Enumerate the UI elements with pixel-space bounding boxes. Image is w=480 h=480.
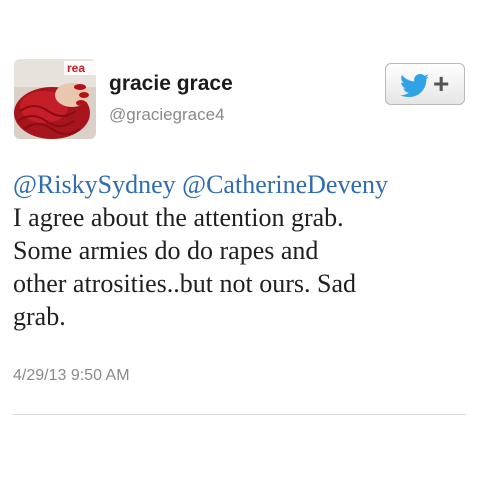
follow-button[interactable]: + <box>385 63 465 105</box>
tweet-timestamp: 4/29/13 9:50 AM <box>13 367 130 384</box>
mention-catherine-deveny[interactable]: @CatherineDeveny <box>182 170 388 199</box>
tweet-line: other atrosities..but not ours. Sad <box>13 269 357 298</box>
follow-plus-label: + <box>433 68 450 99</box>
tweet-line: I agree about the attention grab. <box>13 203 344 232</box>
avatar-badge-text: rea <box>67 61 85 75</box>
twitter-bird-icon <box>400 74 429 97</box>
tweet-text: @RiskySydney @CatherineDeveny I agree ab… <box>13 168 469 333</box>
display-name[interactable]: gracie grace <box>109 72 233 96</box>
knitted-sleeve-avatar-icon: rea <box>14 59 96 139</box>
tweet-card: rea gracie grace @graciegrace4 + @RiskyS… <box>0 0 480 480</box>
user-handle[interactable]: @graciegrace4 <box>109 104 225 126</box>
tweet-mentions-line: @RiskySydney @CatherineDeveny <box>13 168 469 201</box>
divider <box>13 414 466 415</box>
tweet-line: Some armies do do rapes and <box>13 236 319 265</box>
avatar[interactable]: rea <box>14 59 96 139</box>
mention-risky-sydney[interactable]: @RiskySydney <box>13 170 176 199</box>
tweet-line: grab. <box>13 302 66 331</box>
